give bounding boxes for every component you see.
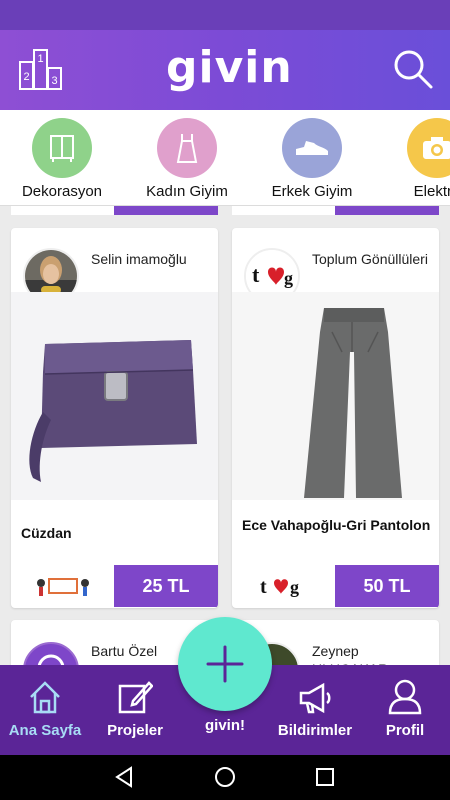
- product-card[interactable]: Selin imamoğlu Cüzdan 25 TL: [11, 228, 218, 608]
- previous-card-footer: [232, 206, 439, 215]
- organization-logo: t g: [232, 565, 336, 607]
- card-user-name[interactable]: Selin imamoğlu: [91, 250, 211, 268]
- plus-icon: [206, 645, 244, 683]
- price-tag[interactable]: 25 TL: [114, 565, 218, 607]
- camera-icon: [407, 118, 450, 178]
- category-label: Dekorasyon: [21, 183, 103, 200]
- category-strip: Dekorasyon Kadın Giyim Erkek Giyim Elekt…: [0, 110, 450, 206]
- podium-icon[interactable]: 2 1 3: [18, 48, 64, 90]
- organization-logo: [11, 565, 115, 607]
- podium-digit-3: 3: [51, 75, 57, 87]
- add-item-button[interactable]: [178, 617, 272, 711]
- back-icon[interactable]: [113, 766, 135, 788]
- svg-text:t: t: [252, 262, 260, 287]
- nav-label: Profil: [385, 722, 425, 739]
- dress-icon: [157, 118, 217, 178]
- podium-digit-2: 2: [23, 71, 29, 83]
- nav-label: Projeler: [107, 722, 163, 739]
- price-tag[interactable]: 50 TL: [335, 565, 439, 607]
- system-navigation-bar: [0, 755, 450, 800]
- home-circle-icon[interactable]: [214, 766, 236, 788]
- previous-card-footer: [11, 206, 218, 215]
- shoe-icon: [282, 118, 342, 178]
- podium-digit-1: 1: [37, 53, 43, 65]
- edit-icon: [118, 681, 153, 714]
- svg-text:g: g: [290, 577, 299, 597]
- previous-price-tag: [114, 206, 218, 215]
- nav-label: Ana Sayfa: [8, 722, 82, 739]
- category-kadin-giyim[interactable]: Kadın Giyim: [127, 118, 247, 204]
- category-label: Kadın Giyim: [146, 183, 228, 200]
- status-bar: [0, 0, 450, 30]
- svg-text:t: t: [260, 576, 267, 598]
- recents-icon[interactable]: [315, 767, 335, 787]
- card-user-name[interactable]: Toplum Gönüllüleri: [312, 250, 432, 268]
- search-icon[interactable]: [392, 48, 434, 90]
- card-title[interactable]: Cüzdan: [21, 524, 72, 542]
- nav-profile[interactable]: Profil: [360, 665, 450, 755]
- category-dekorasyon[interactable]: Dekorasyon: [2, 118, 122, 204]
- nav-label: Bildirimler: [277, 722, 353, 739]
- app-header: 2 1 3 givin: [0, 30, 450, 110]
- product-image[interactable]: [11, 292, 218, 500]
- nav-projects[interactable]: Projeler: [90, 665, 180, 755]
- product-card[interactable]: t g Toplum Gönüllüleri Ece Vahapoğlu-Gri…: [232, 228, 439, 608]
- cabinet-icon: [32, 118, 92, 178]
- category-erkek-giyim[interactable]: Erkek Giyim: [252, 118, 372, 204]
- svg-text:g: g: [284, 268, 293, 288]
- nav-label: givin!: [205, 717, 245, 734]
- home-icon: [30, 681, 60, 714]
- previous-price-tag: [335, 206, 439, 215]
- nav-home[interactable]: Ana Sayfa: [0, 665, 90, 755]
- product-image[interactable]: [232, 292, 439, 500]
- megaphone-icon: [299, 682, 331, 714]
- nav-notifications[interactable]: Bildirimler: [270, 665, 360, 755]
- user-icon: [388, 679, 422, 715]
- app-logo: givin: [166, 42, 293, 93]
- category-elektro[interactable]: Elektro: [377, 118, 450, 204]
- category-label: Elektro: [413, 183, 450, 200]
- card-title[interactable]: Ece Vahapoğlu-Gri Pantolon: [242, 516, 432, 534]
- category-label: Erkek Giyim: [271, 183, 353, 200]
